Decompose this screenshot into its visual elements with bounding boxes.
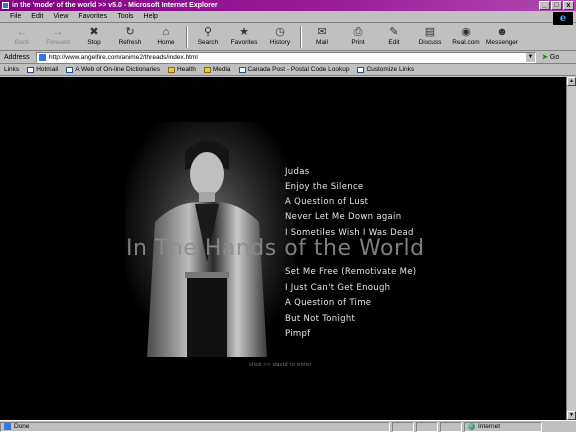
scroll-up-icon[interactable]: ▲	[567, 77, 576, 86]
page-content: Judas Enjoy the Silence A Question of Lu…	[0, 77, 566, 420]
vertical-scrollbar[interactable]: ▲ ▼	[566, 77, 576, 420]
page-icon	[66, 66, 74, 73]
link-hotmail[interactable]: Hotmail	[27, 66, 58, 73]
song-link[interactable]: A Question of Time	[285, 298, 371, 308]
page-icon	[39, 53, 46, 61]
menu-view[interactable]: View	[53, 13, 68, 20]
page-icon	[238, 66, 246, 73]
song-link[interactable]: Judas	[285, 167, 309, 177]
forward-arrow-icon: →	[52, 26, 64, 38]
status-panel	[416, 421, 438, 432]
address-input[interactable]: http://www.angelfire.com/anime2/threads/…	[36, 51, 536, 63]
link-dictionaries[interactable]: A Web of On-line Dictionaries	[66, 66, 160, 73]
page-icon	[357, 66, 365, 73]
link-media[interactable]: Media	[203, 66, 231, 73]
song-link[interactable]: Never Let Me Down again	[285, 212, 401, 222]
scroll-down-icon[interactable]: ▼	[567, 411, 576, 420]
internet-zone-icon	[468, 423, 475, 430]
edit-icon: ✎	[389, 26, 399, 38]
link-customize[interactable]: Customize Links	[357, 66, 414, 73]
status-panel	[440, 421, 462, 432]
print-button[interactable]: ⎙ Print	[340, 24, 376, 50]
maximize-button[interactable]: □	[551, 1, 562, 10]
security-zone: Internet	[464, 421, 542, 432]
toolbar-separator	[300, 26, 302, 48]
home-button[interactable]: ⌂ Home	[148, 24, 184, 50]
address-bar: Address http://www.angelfire.com/anime2/…	[0, 51, 576, 64]
song-link[interactable]: A Question of Lust	[285, 197, 368, 207]
stop-button[interactable]: ✖ Stop	[76, 24, 112, 50]
forward-button[interactable]: → Forward	[40, 24, 76, 50]
refresh-icon: ↻	[125, 26, 135, 38]
page-icon	[27, 66, 35, 73]
address-dropdown-icon[interactable]: ▼	[526, 52, 535, 62]
window-title: in the 'mode' of the world >> v5.0 - Mic…	[12, 2, 218, 9]
window-controls: _ □ x	[539, 1, 574, 10]
go-arrow-icon: ➤	[542, 54, 548, 61]
mail-icon: ✉	[317, 26, 327, 38]
standard-toolbar: ← Back → Forward ✖ Stop ↻ Refresh ⌂ Home…	[0, 24, 576, 51]
minimize-button[interactable]: _	[539, 1, 550, 10]
page-title: In The Hands of the World	[126, 236, 425, 261]
history-icon: ◷	[275, 26, 285, 38]
stop-icon: ✖	[89, 26, 99, 38]
discuss-button[interactable]: ▤ Discuss	[412, 24, 448, 50]
address-url: http://www.angelfire.com/anime2/threads/…	[49, 53, 198, 61]
edit-button[interactable]: ✎ Edit	[376, 24, 412, 50]
refresh-button[interactable]: ↻ Refresh	[112, 24, 148, 50]
address-label: Address	[4, 53, 30, 61]
toolbar-separator	[186, 26, 188, 48]
menu-file[interactable]: File	[10, 13, 21, 20]
mail-button[interactable]: ✉ Mail	[304, 24, 340, 50]
song-link[interactable]: Enjoy the Silence	[285, 182, 363, 192]
favorites-button[interactable]: ★ Favorites	[226, 24, 262, 50]
home-icon: ⌂	[162, 26, 170, 38]
favorites-icon: ★	[239, 26, 249, 38]
link-canada-post[interactable]: Canada Post - Postal Code Lookup	[238, 66, 349, 73]
status-panel	[392, 421, 414, 432]
status-bar: Done Internet	[0, 420, 576, 432]
status-message: Done	[0, 421, 390, 432]
song-link[interactable]: Set Me Free (Remotivate Me)	[285, 267, 416, 277]
search-button[interactable]: ⚲ Search	[190, 24, 226, 50]
messenger-button[interactable]: ☻ Messenger	[484, 24, 520, 50]
realcom-icon: ◉	[461, 26, 471, 38]
links-label: Links	[4, 66, 20, 73]
window-titlebar[interactable]: in the 'mode' of the world >> v5.0 - Mic…	[0, 0, 576, 11]
back-button[interactable]: ← Back	[4, 24, 40, 50]
folder-icon	[203, 66, 211, 73]
back-arrow-icon: ←	[16, 26, 28, 38]
discuss-icon: ▤	[424, 26, 436, 38]
history-button[interactable]: ◷ History	[262, 24, 298, 50]
menu-edit[interactable]: Edit	[31, 13, 43, 20]
menu-favorites[interactable]: Favorites	[78, 13, 107, 20]
search-icon: ⚲	[203, 26, 213, 38]
song-link[interactable]: But Not Tonight	[285, 314, 355, 324]
close-button[interactable]: x	[563, 1, 574, 10]
print-icon: ⎙	[353, 26, 363, 38]
enter-link[interactable]: click >> david to enter	[249, 362, 312, 368]
link-health[interactable]: Health	[168, 66, 196, 73]
messenger-icon: ☻	[496, 26, 508, 38]
go-button[interactable]: ➤ Go	[542, 53, 559, 62]
page-done-icon	[4, 423, 11, 430]
folder-icon	[168, 66, 176, 73]
menu-bar: File Edit View Favorites Tools Help	[0, 11, 576, 23]
song-link[interactable]: I Just Can't Get Enough	[285, 283, 390, 293]
links-bar: Links Hotmail A Web of On-line Dictionar…	[0, 64, 576, 76]
menu-help[interactable]: Help	[144, 13, 158, 20]
menu-tools[interactable]: Tools	[117, 13, 133, 20]
ie-icon	[2, 2, 9, 9]
realcom-button[interactable]: ◉ Real.com	[448, 24, 484, 50]
song-link[interactable]: Pimpf	[285, 329, 310, 339]
